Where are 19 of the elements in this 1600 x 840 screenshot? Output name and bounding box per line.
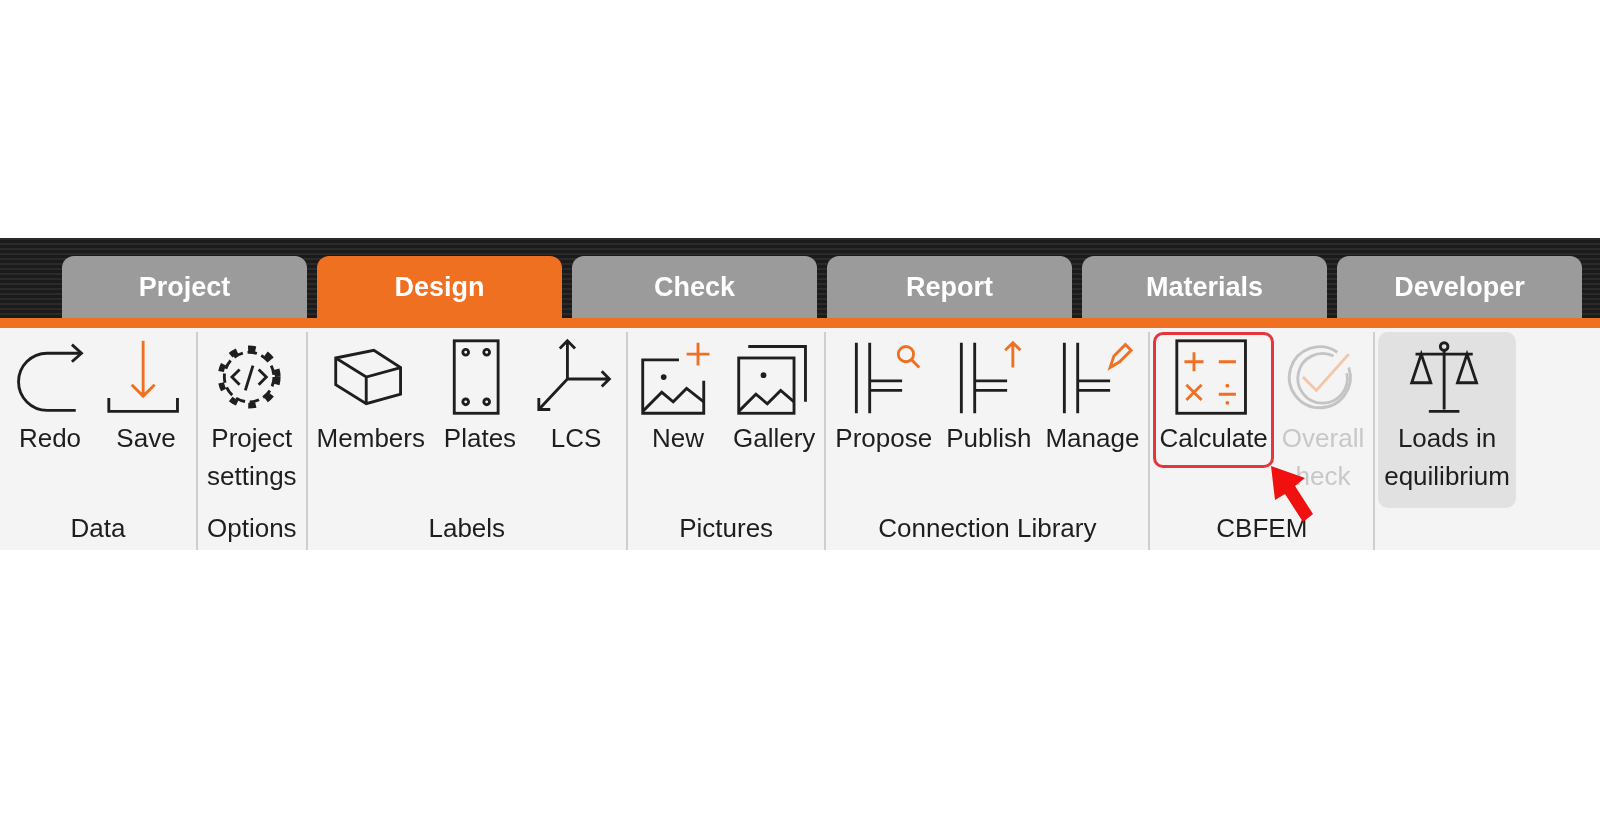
group-label: Pictures bbox=[679, 513, 774, 545]
ribbon-button[interactable]: Plates bbox=[432, 332, 527, 468]
ribbon-button[interactable]: Loads in equilibrium bbox=[1378, 332, 1516, 508]
ribbon-button[interactable]: Project settings bbox=[201, 332, 303, 506]
ribbon-button[interactable]: LCS bbox=[528, 332, 623, 468]
ribbon-button[interactable]: Propose bbox=[829, 332, 939, 468]
ribbon-button[interactable]: Manage bbox=[1039, 332, 1146, 468]
ribbon-button[interactable]: Publish bbox=[940, 332, 1038, 468]
ribbon-button[interactable]: Gallery bbox=[726, 332, 822, 468]
group-label: Options bbox=[207, 513, 297, 545]
ribbon-button[interactable]: Calculate bbox=[1153, 332, 1274, 468]
group-label: Connection Library bbox=[878, 513, 1097, 545]
group-label: Labels bbox=[428, 513, 506, 545]
group-label: Data bbox=[70, 513, 126, 545]
ribbon-button[interactable]: Save bbox=[99, 332, 193, 468]
ribbon-button[interactable]: Redo bbox=[3, 332, 97, 468]
ribbon-button[interactable]: Members bbox=[310, 332, 431, 468]
group-label: CBFEM bbox=[1216, 513, 1308, 545]
ribbon-button[interactable]: New bbox=[630, 332, 725, 468]
